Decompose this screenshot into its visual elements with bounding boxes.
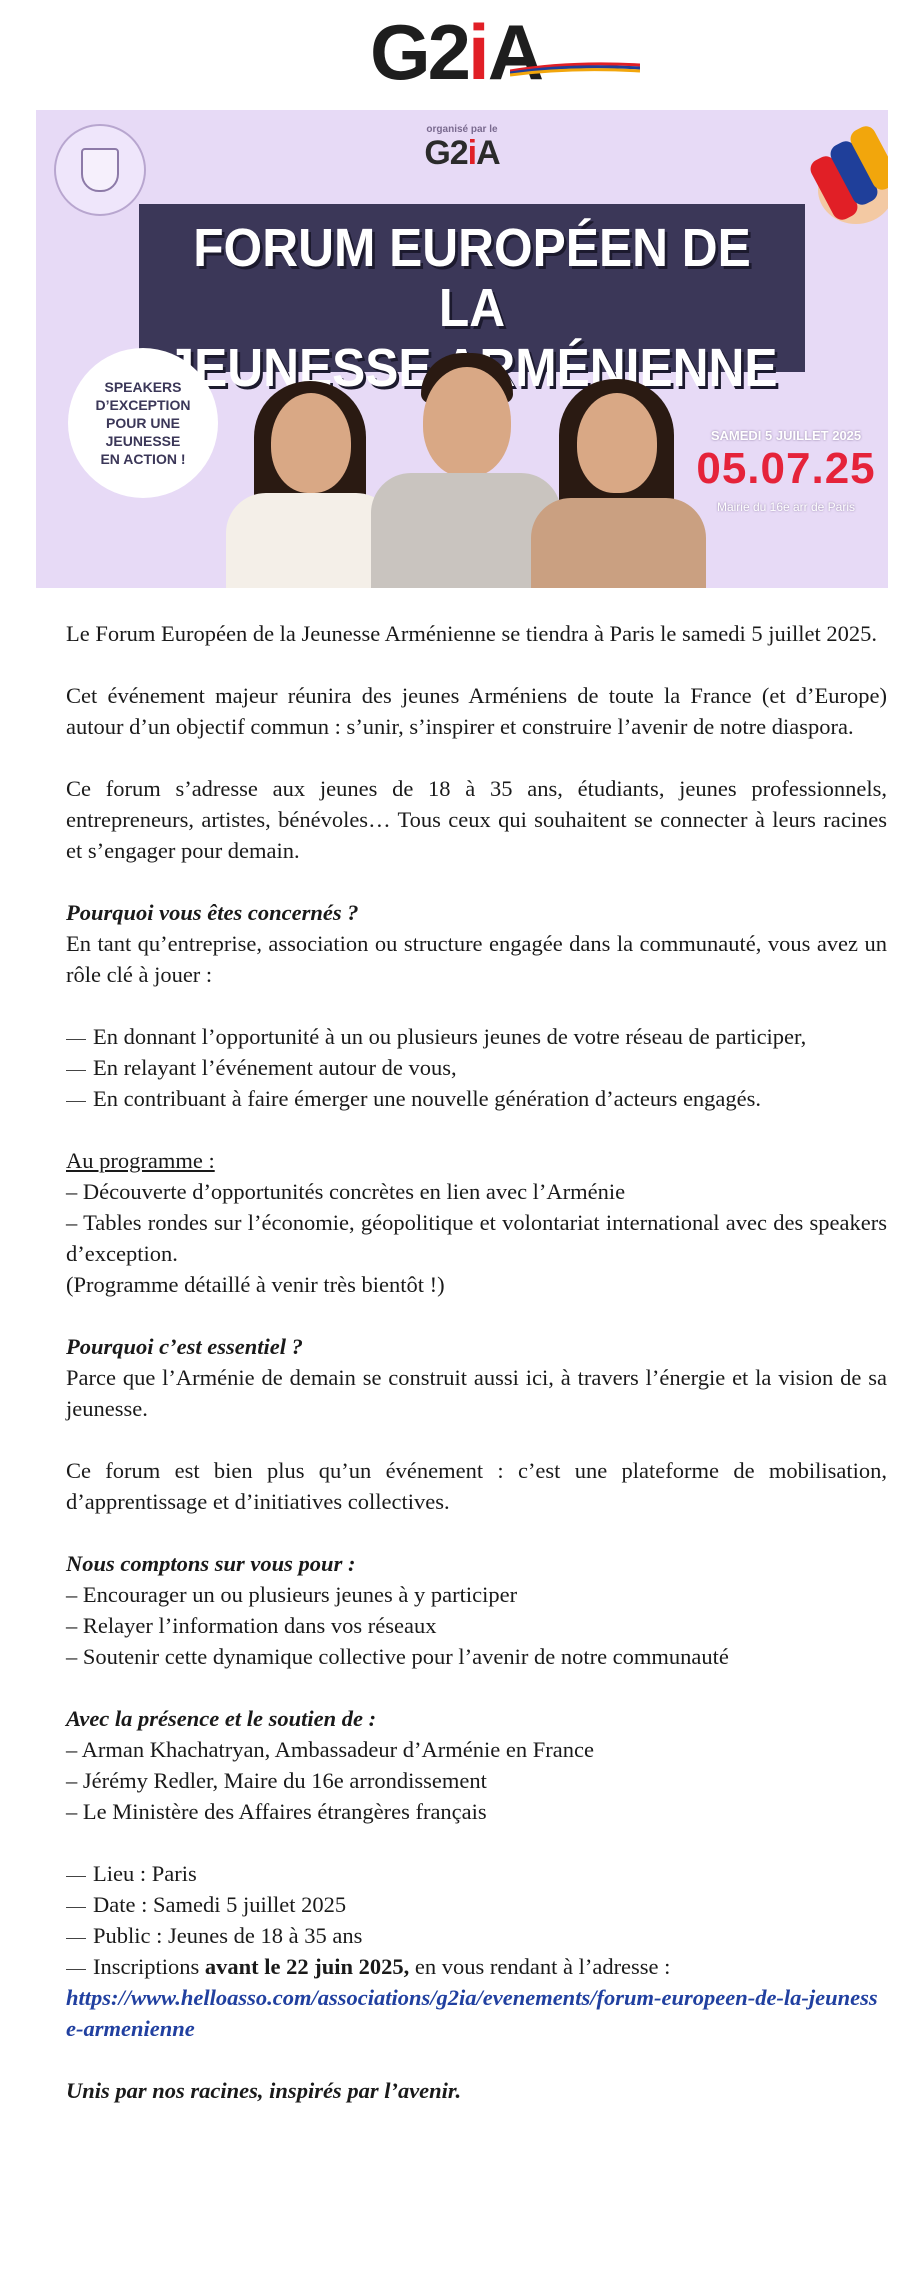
info-item-date: Date : Samedi 5 juillet 2025 [66,1889,887,1920]
support-item: – Arman Khachatryan, Ambassadeur d’Armén… [66,1737,594,1762]
date-big: 05.07.25 [696,444,876,493]
count-item: – Soutenir cette dynamique collective po… [66,1644,729,1669]
heading-concerned: Pourquoi vous êtes concernés ? [66,900,359,925]
info-text: Lieu : Paris [93,1861,197,1886]
speakers-badge: SPEAKERS D’EXCEPTION POUR UNE JEUNESSE E… [68,348,218,498]
person-right-image [531,373,706,588]
info-item-location: Lieu : Paris [66,1858,887,1889]
event-banner: organisé par le G2iA FORUM EUROPÉEN DE L… [36,110,888,588]
page: G2 i A organisé par le G2iA FORUM EUROPÉ… [0,0,912,2284]
banner-logo-g2: G2 [424,134,468,172]
dash-icon [66,1969,86,1970]
support-item: – Le Ministère des Affaires étrangères f… [66,1799,487,1824]
info-item-registration: Inscriptions avant le 22 juin 2025, en v… [66,1951,887,1982]
logo-a: A [487,8,544,96]
registration-suffix: en vous rendant à l’adresse : [409,1954,671,1979]
heading-essential: Pourquoi c’est essentiel ? [66,1334,303,1359]
logo-g2: G2 [369,8,471,96]
banner-logo-a: A [476,134,501,172]
dash-icon [66,1070,86,1071]
platform-paragraph: Ce forum est bien plus qu’un événement :… [66,1458,887,1514]
logo-i: i [468,8,490,96]
g2ia-logo: G2 i A [369,7,640,98]
registration-link-wrap: https://www.helloasso.com/associations/g… [66,1982,887,2044]
role-item-text: En relayant l’événement autour de vous, [93,1055,457,1080]
program-note: (Programme détaillé à venir très bientôt… [66,1272,445,1297]
speakers-line-2: D’EXCEPTION [95,397,191,413]
registration-prefix: Inscriptions [93,1954,205,1979]
dash-icon [66,1938,86,1939]
date-small: SAMEDI 5 JUILLET 2025 [710,428,862,443]
role-item: En relayant l’événement autour de vous, [66,1052,887,1083]
speakers-line-3: POUR UNE [106,415,180,431]
dash-icon [66,1101,86,1102]
essential-paragraph: Parce que l’Arménie de demain se constru… [66,1365,887,1421]
role-item-text: En donnant l’opportunité à un ou plusieu… [93,1024,807,1049]
program-item: – Tables rondes sur l’économie, géopolit… [66,1210,887,1266]
header-logo: G2 i A [0,0,912,105]
article-body: Le Forum Européen de la Jeunesse Arménie… [66,618,887,2106]
heading-count-on-you: Nous comptons sur vous pour : [66,1551,356,1576]
logo-swoosh-icon [509,62,640,77]
banner-title-line1: FORUM EUROPÉEN DE LA [193,218,751,338]
closing-slogan: Unis par nos racines, inspirés par l’ave… [66,2078,462,2103]
info-item-public: Public : Jeunes de 18 à 35 ans [66,1920,887,1951]
speakers-line-1: SPEAKERS [104,379,182,395]
program-item: – Découverte d’opportunités concrètes en… [66,1179,626,1204]
role-item: En contribuant à faire émerger une nouve… [66,1083,887,1114]
speakers-line-4: JEUNESSE [105,433,181,449]
heading-support: Avec la présence et le soutien de : [66,1706,377,1731]
info-text: Date : Samedi 5 juillet 2025 [93,1892,347,1917]
count-item: – Encourager un ou plusieurs jeunes à y … [66,1582,518,1607]
audience-paragraph: Ce forum s’adresse aux jeunes de 18 à 35… [66,776,887,863]
role-paragraph: En tant qu’entreprise, association ou st… [66,931,887,987]
role-item: En donnant l’opportunité à un ou plusieu… [66,1021,887,1052]
venue-label: Mairie du 16e arr de Paris [716,500,856,514]
speakers-line-5: EN ACTION ! [100,451,186,467]
info-text: Public : Jeunes de 18 à 35 ans [93,1923,363,1948]
registration-deadline: avant le 22 juin 2025, [204,1954,410,1979]
objective-paragraph: Cet événement majeur réunira des jeunes … [66,683,887,739]
count-item: – Relayer l’information dans vos réseaux [66,1613,437,1638]
banner-logo-i: i [467,134,478,172]
dash-icon [66,1039,86,1040]
support-item: – Jérémy Redler, Maire du 16e arrondisse… [66,1768,487,1793]
registration-link[interactable]: https://www.helloasso.com/associations/g… [66,1985,878,2041]
dash-icon [66,1907,86,1908]
dash-icon [66,1876,86,1877]
role-item-text: En contribuant à faire émerger une nouve… [93,1086,762,1111]
heading-program: Au programme : [66,1148,215,1173]
intro-paragraph: Le Forum Européen de la Jeunesse Arménie… [66,621,878,646]
